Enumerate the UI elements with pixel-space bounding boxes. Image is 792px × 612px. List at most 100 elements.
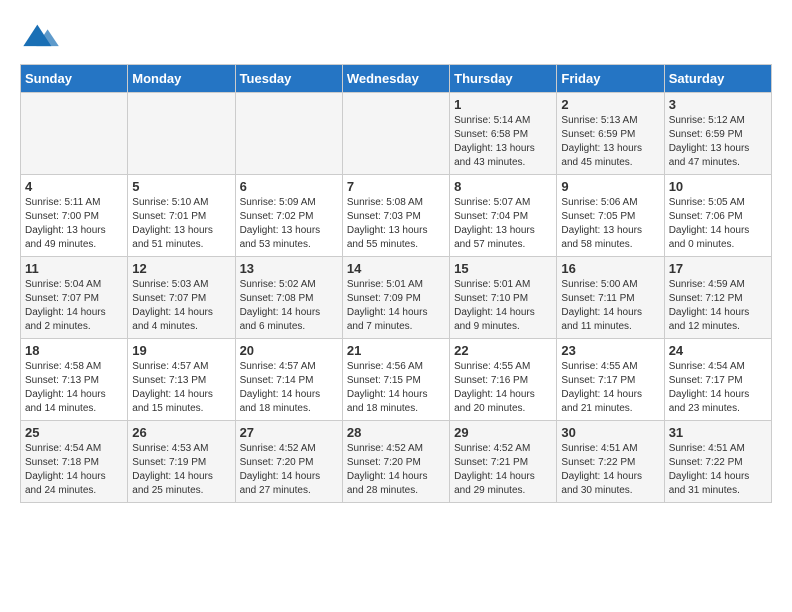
- day-info: Sunrise: 5:10 AMSunset: 7:01 PMDaylight:…: [132, 196, 230, 252]
- calendar-cell: [342, 93, 449, 175]
- day-info: Sunrise: 5:06 AMSunset: 7:05 PMDaylight:…: [561, 196, 659, 252]
- calendar-week-row: 4 Sunrise: 5:11 AMSunset: 7:00 PMDaylight…: [21, 175, 772, 257]
- day-info: Sunrise: 5:02 AMSunset: 7:08 PMDaylight:…: [240, 278, 338, 334]
- logo-icon: [22, 20, 62, 48]
- day-info: Sunrise: 5:07 AMSunset: 7:04 PMDaylight:…: [454, 196, 552, 252]
- day-info: Sunrise: 4:57 AMSunset: 7:13 PMDaylight:…: [132, 360, 230, 416]
- day-info: Sunrise: 4:57 AMSunset: 7:14 PMDaylight:…: [240, 360, 338, 416]
- weekday-header: Sunday: [21, 65, 128, 93]
- day-number: 13: [240, 261, 338, 276]
- calendar-week-row: 1 Sunrise: 5:14 AMSunset: 6:58 PMDaylight…: [21, 93, 772, 175]
- page-header: [20, 20, 772, 48]
- calendar-cell: 26 Sunrise: 4:53 AMSunset: 7:19 PMDayligh…: [128, 421, 235, 503]
- day-number: 6: [240, 179, 338, 194]
- calendar-cell: 11Sunrise: 5:04 AMSunset: 7:07 PMDayligh…: [21, 257, 128, 339]
- day-info: Sunrise: 4:53 AMSunset: 7:19 PMDaylight:…: [132, 442, 230, 498]
- calendar-cell: 13 Sunrise: 5:02 AMSunset: 7:08 PMDayligh…: [235, 257, 342, 339]
- day-number: 22: [454, 343, 552, 358]
- calendar-cell: 4 Sunrise: 5:11 AMSunset: 7:00 PMDaylight…: [21, 175, 128, 257]
- calendar-cell: 25 Sunrise: 4:54 AMSunset: 7:18 PMDayligh…: [21, 421, 128, 503]
- day-number: 18: [25, 343, 123, 358]
- calendar-cell: 9 Sunrise: 5:06 AMSunset: 7:05 PMDaylight…: [557, 175, 664, 257]
- calendar-cell: 22 Sunrise: 4:55 AMSunset: 7:16 PMDayligh…: [450, 339, 557, 421]
- day-number: 15: [454, 261, 552, 276]
- day-info: Sunrise: 5:08 AMSunset: 7:03 PMDaylight:…: [347, 196, 445, 252]
- calendar-week-row: 18 Sunrise: 4:58 AMSunset: 7:13 PMDayligh…: [21, 339, 772, 421]
- weekday-header: Friday: [557, 65, 664, 93]
- day-info: Sunrise: 4:51 AMSunset: 7:22 PMDaylight:…: [561, 442, 659, 498]
- day-number: 30: [561, 425, 659, 440]
- calendar-week-row: 11Sunrise: 5:04 AMSunset: 7:07 PMDayligh…: [21, 257, 772, 339]
- day-info: Sunrise: 5:11 AMSunset: 7:00 PMDaylight:…: [25, 196, 123, 252]
- day-number: 4: [25, 179, 123, 194]
- calendar-cell: 10 Sunrise: 5:05 AMSunset: 7:06 PMDayligh…: [664, 175, 771, 257]
- day-number: 24: [669, 343, 767, 358]
- calendar-cell: 30 Sunrise: 4:51 AMSunset: 7:22 PMDayligh…: [557, 421, 664, 503]
- day-info: Sunrise: 4:52 AMSunset: 7:20 PMDaylight:…: [240, 442, 338, 498]
- day-number: 12: [132, 261, 230, 276]
- calendar-table: SundayMondayTuesdayWednesdayThursdayFrid…: [20, 64, 772, 503]
- day-number: 25: [25, 425, 123, 440]
- weekday-header-row: SundayMondayTuesdayWednesdayThursdayFrid…: [21, 65, 772, 93]
- calendar-cell: 2Sunrise: 5:13 AMSunset: 6:59 PMDaylight…: [557, 93, 664, 175]
- day-number: 7: [347, 179, 445, 194]
- day-info: Sunrise: 5:00 AMSunset: 7:11 PMDaylight:…: [561, 278, 659, 334]
- day-number: 17: [669, 261, 767, 276]
- calendar-cell: [21, 93, 128, 175]
- day-number: 16: [561, 261, 659, 276]
- calendar-cell: 18 Sunrise: 4:58 AMSunset: 7:13 PMDayligh…: [21, 339, 128, 421]
- calendar-cell: 16 Sunrise: 5:00 AMSunset: 7:11 PMDayligh…: [557, 257, 664, 339]
- calendar-cell: [128, 93, 235, 175]
- calendar-week-row: 25 Sunrise: 4:54 AMSunset: 7:18 PMDayligh…: [21, 421, 772, 503]
- day-number: 11: [25, 261, 123, 276]
- day-info: Sunrise: 5:12 AMSunset: 6:59 PMDaylight:…: [669, 114, 767, 170]
- day-number: 3: [669, 97, 767, 112]
- day-number: 1: [454, 97, 552, 112]
- day-info: Sunrise: 4:56 AMSunset: 7:15 PMDaylight:…: [347, 360, 445, 416]
- day-number: 19: [132, 343, 230, 358]
- day-number: 31: [669, 425, 767, 440]
- day-number: 23: [561, 343, 659, 358]
- day-number: 27: [240, 425, 338, 440]
- logo-content: [20, 20, 62, 48]
- day-info: Sunrise: 5:09 AMSunset: 7:02 PMDaylight:…: [240, 196, 338, 252]
- day-number: 8: [454, 179, 552, 194]
- day-info: Sunrise: 4:54 AMSunset: 7:17 PMDaylight:…: [669, 360, 767, 416]
- calendar-cell: 29 Sunrise: 4:52 AMSunset: 7:21 PMDayligh…: [450, 421, 557, 503]
- day-info: Sunrise: 5:14 AMSunset: 6:58 PMDaylight:…: [454, 114, 552, 170]
- day-info: Sunrise: 5:05 AMSunset: 7:06 PMDaylight:…: [669, 196, 767, 252]
- weekday-header: Tuesday: [235, 65, 342, 93]
- logo: [20, 20, 62, 48]
- calendar-cell: 15 Sunrise: 5:01 AMSunset: 7:10 PMDayligh…: [450, 257, 557, 339]
- calendar-cell: 24 Sunrise: 4:54 AMSunset: 7:17 PMDayligh…: [664, 339, 771, 421]
- calendar-cell: 6 Sunrise: 5:09 AMSunset: 7:02 PMDaylight…: [235, 175, 342, 257]
- day-number: 10: [669, 179, 767, 194]
- day-info: Sunrise: 4:58 AMSunset: 7:13 PMDaylight:…: [25, 360, 123, 416]
- day-info: Sunrise: 4:59 AMSunset: 7:12 PMDaylight:…: [669, 278, 767, 334]
- weekday-header: Saturday: [664, 65, 771, 93]
- calendar-cell: 20 Sunrise: 4:57 AMSunset: 7:14 PMDayligh…: [235, 339, 342, 421]
- day-number: 29: [454, 425, 552, 440]
- calendar-cell: 12Sunrise: 5:03 AMSunset: 7:07 PMDayligh…: [128, 257, 235, 339]
- day-info: Sunrise: 4:55 AMSunset: 7:16 PMDaylight:…: [454, 360, 552, 416]
- day-number: 26: [132, 425, 230, 440]
- calendar-cell: [235, 93, 342, 175]
- day-info: Sunrise: 5:01 AMSunset: 7:09 PMDaylight:…: [347, 278, 445, 334]
- calendar-cell: 21Sunrise: 4:56 AMSunset: 7:15 PMDayligh…: [342, 339, 449, 421]
- calendar-cell: 27 Sunrise: 4:52 AMSunset: 7:20 PMDayligh…: [235, 421, 342, 503]
- day-number: 5: [132, 179, 230, 194]
- day-number: 20: [240, 343, 338, 358]
- day-info: Sunrise: 4:55 AMSunset: 7:17 PMDaylight:…: [561, 360, 659, 416]
- calendar-cell: 23 Sunrise: 4:55 AMSunset: 7:17 PMDayligh…: [557, 339, 664, 421]
- day-number: 9: [561, 179, 659, 194]
- calendar-cell: 17 Sunrise: 4:59 AMSunset: 7:12 PMDayligh…: [664, 257, 771, 339]
- calendar-cell: 19 Sunrise: 4:57 AMSunset: 7:13 PMDayligh…: [128, 339, 235, 421]
- calendar-cell: 31 Sunrise: 4:51 AMSunset: 7:22 PMDayligh…: [664, 421, 771, 503]
- calendar-cell: 3 Sunrise: 5:12 AMSunset: 6:59 PMDaylight…: [664, 93, 771, 175]
- day-info: Sunrise: 5:01 AMSunset: 7:10 PMDaylight:…: [454, 278, 552, 334]
- calendar-cell: 5 Sunrise: 5:10 AMSunset: 7:01 PMDaylight…: [128, 175, 235, 257]
- day-info: Sunrise: 4:51 AMSunset: 7:22 PMDaylight:…: [669, 442, 767, 498]
- day-number: 14: [347, 261, 445, 276]
- day-info: Sunrise: 4:54 AMSunset: 7:18 PMDaylight:…: [25, 442, 123, 498]
- day-info: Sunrise: 4:52 AMSunset: 7:21 PMDaylight:…: [454, 442, 552, 498]
